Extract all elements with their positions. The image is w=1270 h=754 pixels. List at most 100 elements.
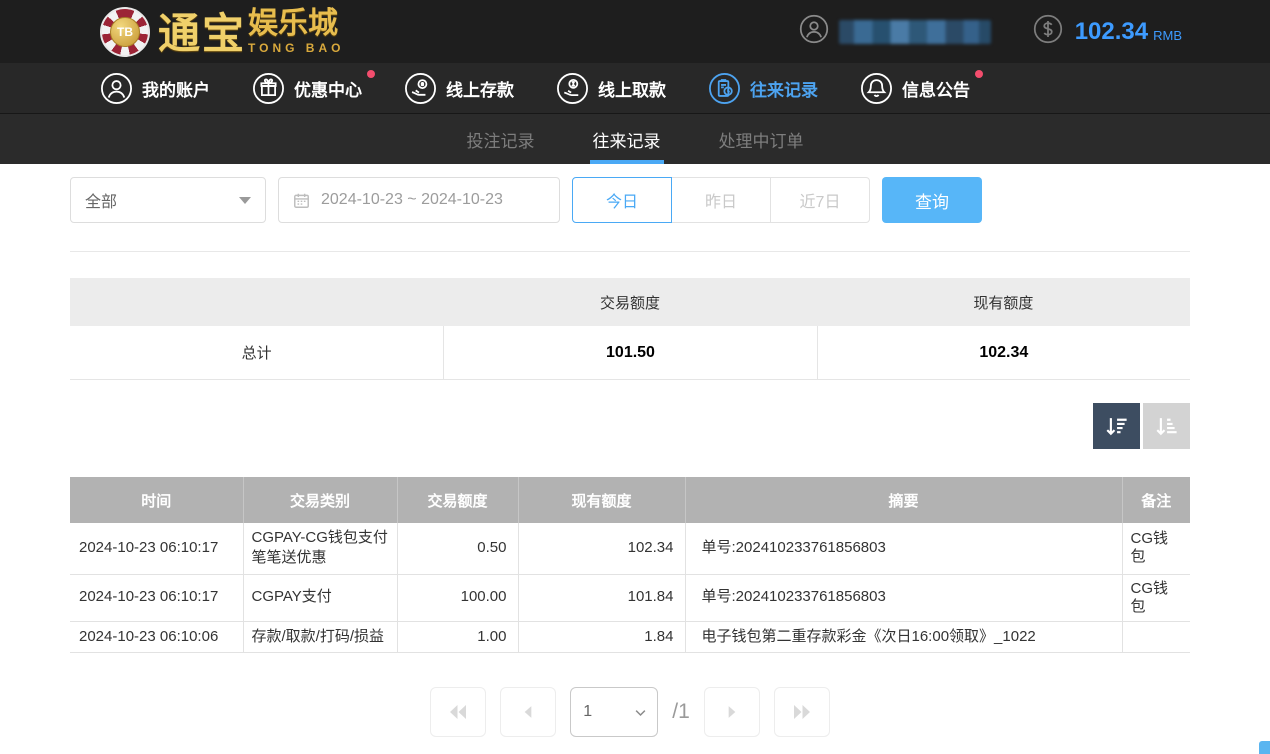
poker-chip-icon: TB [100, 7, 150, 57]
username-redacted[interactable] [839, 20, 991, 44]
balance-currency: RMB [1153, 28, 1182, 43]
chevron-down-icon [239, 197, 251, 204]
cell-summary: 单号:202410233761856803 [685, 523, 1122, 574]
cell-time: 2024-10-23 06:10:17 [70, 523, 243, 574]
cell-summary: 电子钱包第二重存款彩金《次日16:00领取》_1022 [685, 621, 1122, 652]
top-header: TB 通宝 娱乐城 TONG BAO 102.34 RMB [0, 0, 1270, 63]
col-header-summary: 摘要 [685, 477, 1122, 523]
cell-type: CGPAY-CG钱包支付笔笔送优惠 [243, 523, 397, 574]
withdraw-icon [556, 72, 589, 105]
nav-item-my-account[interactable]: 我的账户 [100, 72, 210, 105]
cell-balance: 102.34 [518, 523, 685, 574]
summary-header-transaction: 交易额度 [443, 278, 816, 326]
section-divider [70, 251, 1190, 252]
main-navigation: 我的账户 优惠中心 线上存款 线上取款 [0, 63, 1270, 114]
cell-amount: 100.00 [397, 574, 518, 621]
nav-item-transaction-records[interactable]: 往来记录 [708, 72, 818, 105]
previous-page-button[interactable] [500, 687, 556, 737]
double-right-arrow-icon [790, 700, 814, 724]
double-left-arrow-icon [446, 700, 470, 724]
transaction-type-select[interactable]: 全部 [70, 177, 266, 223]
table-header-row: 时间 交易类别 交易额度 现有额度 摘要 备注 [70, 477, 1190, 523]
cell-time: 2024-10-23 06:10:17 [70, 574, 243, 621]
tab-label: 往来记录 [593, 127, 661, 152]
logo-tagline: TONG BAO [248, 41, 344, 55]
sort-ascending-button[interactable] [1143, 403, 1190, 449]
records-icon [708, 72, 741, 105]
select-value: 全部 [85, 188, 117, 212]
summary-header-blank [70, 278, 443, 326]
table-row: 2024-10-23 06:10:17 CGPAY-CG钱包支付笔笔送优惠 0.… [70, 523, 1190, 574]
deposit-icon [404, 72, 437, 105]
col-header-balance: 现有额度 [518, 477, 685, 523]
user-avatar-icon [799, 14, 829, 49]
nav-item-announcements[interactable]: 信息公告 [860, 72, 970, 105]
tab-betting-records[interactable]: 投注记录 [467, 114, 535, 164]
tab-label: 投注记录 [467, 127, 535, 152]
logo-title-main: 通宝 [158, 13, 246, 55]
date-range-picker[interactable]: 2024-10-23 ~ 2024-10-23 [278, 177, 560, 223]
filter-row: 全部 2024-10-23 ~ 2024-10-23 今日 昨日 近7日 查询 [70, 177, 1190, 223]
cell-summary: 单号:202410233761856803 [685, 574, 1122, 621]
sort-descending-button[interactable] [1093, 403, 1140, 449]
col-header-note: 备注 [1122, 477, 1190, 523]
site-logo[interactable]: TB 通宝 娱乐城 TONG BAO [100, 7, 344, 57]
record-tabs: 投注记录 往来记录 处理中订单 [0, 114, 1270, 164]
chip-monogram: TB [110, 17, 140, 47]
cell-balance: 1.84 [518, 621, 685, 652]
cell-amount: 0.50 [397, 523, 518, 574]
next-page-button[interactable] [704, 687, 760, 737]
left-arrow-icon [518, 702, 538, 722]
balance-amount[interactable]: 102.34 [1075, 18, 1148, 46]
sort-controls [70, 403, 1190, 449]
col-header-type: 交易类别 [243, 477, 397, 523]
tab-transaction-records[interactable]: 往来记录 [593, 114, 661, 164]
sort-ascending-icon [1153, 413, 1180, 440]
calendar-icon [292, 191, 311, 210]
search-button[interactable]: 查询 [882, 177, 982, 223]
bell-icon [860, 72, 893, 105]
nav-label: 线上取款 [598, 76, 666, 101]
summary-balance-total: 102.34 [817, 326, 1190, 379]
active-tab-underline [590, 160, 664, 164]
table-row: 2024-10-23 06:10:06 存款/取款/打码/损益 1.00 1.8… [70, 621, 1190, 652]
pagination: 1 /1 [70, 687, 1190, 737]
quick-button-today[interactable]: 今日 [572, 177, 672, 223]
col-header-amount: 交易额度 [397, 477, 518, 523]
logo-title-sub: 娱乐城 [248, 9, 338, 39]
main-content: 全部 2024-10-23 ~ 2024-10-23 今日 昨日 近7日 查询 … [0, 177, 1270, 737]
tab-processing-orders[interactable]: 处理中订单 [719, 114, 804, 164]
nav-item-deposit[interactable]: 线上存款 [404, 72, 514, 105]
account-summary: 102.34 RMB [799, 14, 1270, 49]
nav-label: 我的账户 [142, 76, 210, 101]
col-header-time: 时间 [70, 477, 243, 523]
right-arrow-icon [722, 702, 742, 722]
nav-label: 线上存款 [446, 76, 514, 101]
date-range-value: 2024-10-23 ~ 2024-10-23 [321, 191, 503, 209]
nav-label: 优惠中心 [294, 76, 362, 101]
first-page-button[interactable] [430, 687, 486, 737]
summary-total-label: 总计 [70, 326, 443, 379]
summary-table: 交易额度 现有额度 总计 101.50 102.34 [70, 278, 1190, 380]
cell-balance: 101.84 [518, 574, 685, 621]
cell-type: CGPAY支付 [243, 574, 397, 621]
page-select-wrap: 1 [570, 687, 658, 737]
cell-note: CG钱包 [1122, 523, 1190, 574]
total-pages-label: /1 [672, 700, 690, 724]
gift-icon [252, 72, 285, 105]
floating-widget-edge[interactable] [1259, 741, 1270, 754]
notification-dot [975, 70, 983, 78]
quick-button-last7days[interactable]: 近7日 [770, 177, 870, 223]
quick-date-group: 今日 昨日 近7日 [572, 177, 870, 223]
cell-amount: 1.00 [397, 621, 518, 652]
last-page-button[interactable] [774, 687, 830, 737]
user-icon [100, 72, 133, 105]
nav-item-withdraw[interactable]: 线上取款 [556, 72, 666, 105]
page-select[interactable]: 1 [583, 703, 649, 720]
nav-item-promotions[interactable]: 优惠中心 [252, 72, 362, 105]
summary-header-row: 交易额度 现有额度 [70, 278, 1190, 326]
quick-button-yesterday[interactable]: 昨日 [671, 177, 771, 223]
transactions-table: 时间 交易类别 交易额度 现有额度 摘要 备注 2024-10-23 06:10… [70, 477, 1190, 653]
summary-transaction-total: 101.50 [443, 326, 816, 379]
tab-label: 处理中订单 [719, 127, 804, 152]
